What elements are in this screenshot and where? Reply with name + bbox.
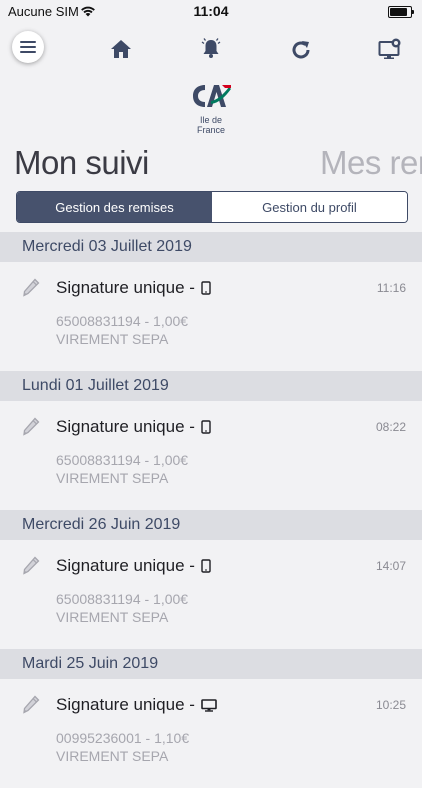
pencil-icon-wrap (22, 556, 40, 581)
segment-gestion-profil[interactable]: Gestion du profil (212, 192, 407, 222)
logo-region-line2: France (196, 125, 225, 135)
battery-level-fill (390, 8, 407, 16)
menu-icon-bar (20, 41, 36, 43)
list-item[interactable]: Signature unique - 14:07 65008831194 - 1,0… (0, 540, 422, 649)
entry-time: 11:16 (376, 281, 406, 295)
date-header: Lundi 01 Juillet 2019 (0, 371, 422, 401)
phone-icon (201, 559, 211, 573)
pencil-icon (23, 278, 40, 297)
entry-title: Signature unique - (56, 278, 211, 298)
entry-title: Signature unique - (56, 417, 211, 437)
pencil-icon (23, 695, 40, 714)
segment-gestion-remises[interactable]: Gestion des remises (17, 192, 212, 222)
entry-title: Signature unique - (56, 695, 217, 715)
entry-time: 14:07 (375, 559, 406, 573)
entry-title-text: Signature unique - (56, 417, 195, 436)
entry-reference: 65008831194 - 1,00€ (56, 313, 189, 329)
date-header: Mercredi 03 Juillet 2019 (0, 232, 422, 262)
refresh-icon[interactable] (290, 39, 312, 61)
home-icon[interactable] (110, 38, 132, 60)
entry-type: VIREMENT SEPA (56, 609, 169, 625)
history-list: Mercredi 03 Juillet 2019 Signature unique… (0, 232, 422, 788)
battery-icon (388, 6, 414, 18)
phone-icon (201, 420, 211, 434)
entry-type: VIREMENT SEPA (56, 470, 169, 486)
entry-title-text: Signature unique - (56, 556, 195, 575)
list-item[interactable]: Signature unique - 10:25 00995236001 - 1,1… (0, 679, 422, 788)
status-time: 11:04 (193, 3, 229, 19)
entry-title-text: Signature unique - (56, 278, 195, 297)
monitor-icon[interactable] (378, 38, 402, 60)
status-bar: Aucune SIM 11:04 (0, 0, 422, 24)
entry-time: 08:22 (375, 420, 406, 434)
logo-region-line1: Ile de (199, 115, 223, 125)
phone-icon (201, 281, 211, 295)
pencil-icon (23, 556, 40, 575)
list-item[interactable]: Signature unique - 11:16 65008831194 - 1,0… (0, 262, 422, 371)
menu-button[interactable] (12, 31, 44, 63)
pencil-icon-wrap (22, 417, 40, 442)
pencil-icon-wrap (22, 278, 40, 303)
entry-reference: 00995236001 - 1,10€ (56, 730, 190, 746)
segmented-control: Gestion des remises Gestion du profil (16, 191, 408, 223)
credit-agricole-logo-icon (193, 85, 231, 107)
pencil-icon-wrap (22, 695, 40, 720)
entry-title: Signature unique - (56, 556, 211, 576)
bell-icon[interactable] (199, 36, 223, 60)
date-header: Mardi 25 Juin 2019 (0, 649, 422, 679)
entry-time: 10:25 (375, 698, 406, 712)
entry-type: VIREMENT SEPA (56, 748, 169, 764)
current-section-title: Mon suivi (14, 144, 149, 181)
pencil-icon (23, 417, 40, 436)
menu-icon-bar (20, 46, 36, 48)
list-item[interactable]: Signature unique - 08:22 65008831194 - 1,0… (0, 401, 422, 510)
entry-type: VIREMENT SEPA (56, 331, 169, 347)
menu-icon-bar (20, 51, 36, 53)
bank-logo: Ile de France (186, 82, 236, 135)
entry-reference: 65008831194 - 1,00€ (56, 452, 189, 468)
desktop-icon (201, 698, 217, 712)
date-header: Mercredi 26 Juin 2019 (0, 510, 422, 540)
section-title-carousel[interactable]: Mon suivi Mes remises (14, 144, 422, 188)
entry-reference: 65008831194 - 1,00€ (56, 591, 189, 607)
next-section-title[interactable]: Mes remises (320, 144, 422, 182)
entry-title-text: Signature unique - (56, 695, 195, 714)
